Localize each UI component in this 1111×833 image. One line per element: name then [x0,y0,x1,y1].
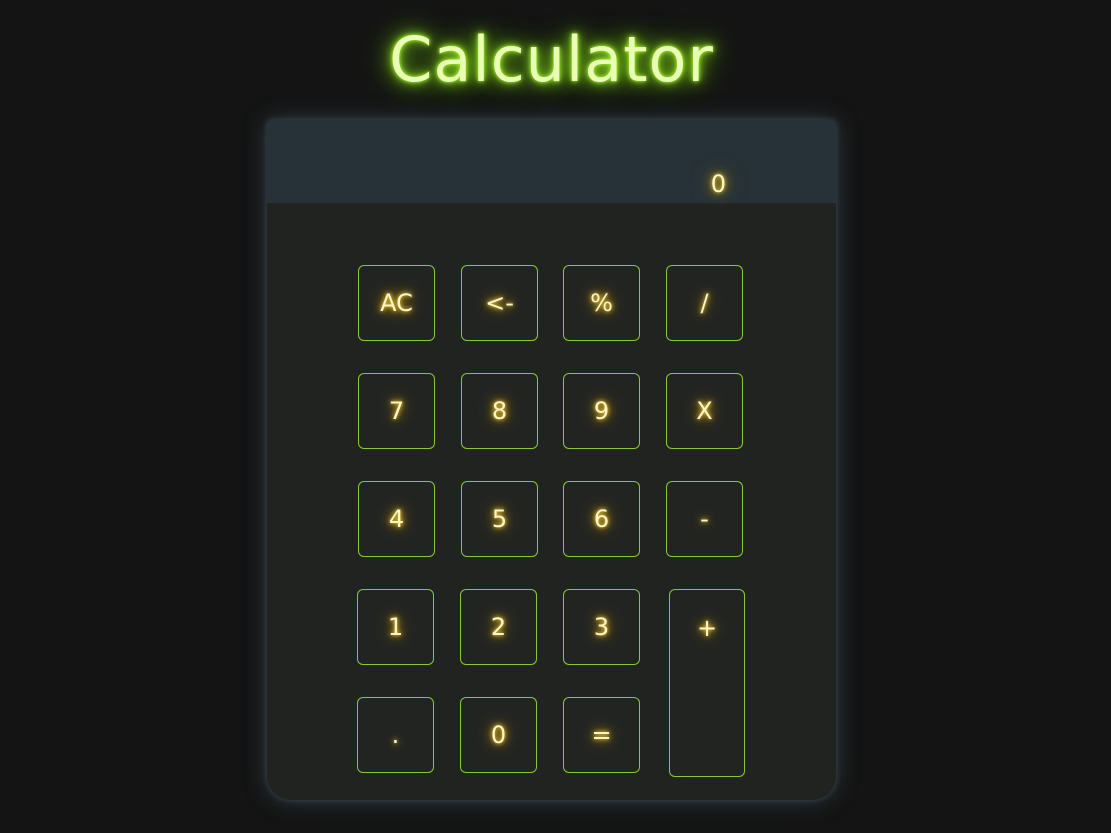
page: Calculator 0 AC <- % / 7 8 9 X 4 5 6 - 1… [0,0,1111,833]
digit-6-button[interactable]: 6 [563,481,640,557]
decimal-point-button[interactable]: . [357,697,434,773]
digit-1-button[interactable]: 1 [357,589,434,665]
digit-5-button[interactable]: 5 [461,481,538,557]
plus-button[interactable]: + [669,589,745,777]
display-panel: 0 [267,120,836,203]
percent-button[interactable]: % [563,265,640,341]
digit-8-button[interactable]: 8 [461,373,538,449]
minus-button[interactable]: - [666,481,743,557]
divide-button[interactable]: / [666,265,743,341]
digit-2-button[interactable]: 2 [460,589,537,665]
multiply-button[interactable]: X [666,373,743,449]
display-value: 0 [710,170,726,198]
app-title: Calculator [389,23,714,96]
digit-9-button[interactable]: 9 [563,373,640,449]
digit-4-button[interactable]: 4 [358,481,435,557]
backspace-button[interactable]: <- [461,265,538,341]
digit-0-button[interactable]: 0 [460,697,537,773]
digit-7-button[interactable]: 7 [358,373,435,449]
digit-3-button[interactable]: 3 [563,589,640,665]
equals-button[interactable]: = [563,697,640,773]
calculator-panel: 0 AC <- % / 7 8 9 X 4 5 6 - 1 2 3 + . 0 … [267,120,836,800]
clear-button[interactable]: AC [358,265,435,341]
